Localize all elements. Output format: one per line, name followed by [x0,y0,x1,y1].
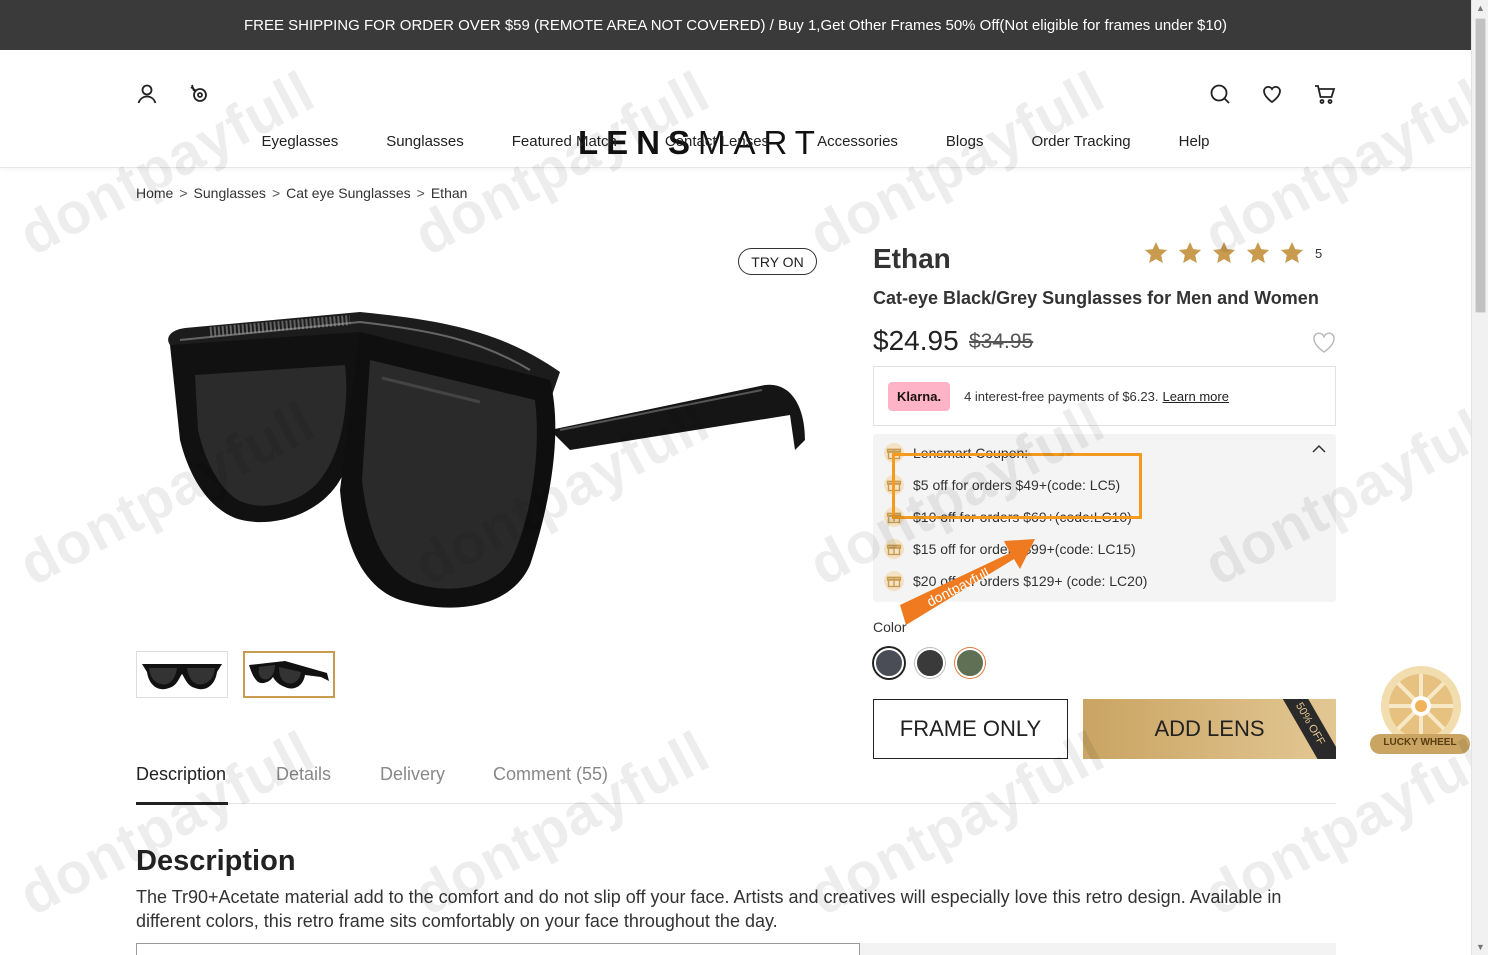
thumbnail-side[interactable] [243,651,335,698]
star-icon [1280,241,1304,263]
breadcrumb-home[interactable]: Home [136,185,173,201]
tab-description[interactable]: Description [136,764,226,785]
lucky-wheel-widget[interactable]: LUCKY WHEEL [1370,664,1470,756]
promo-text: FREE SHIPPING FOR ORDER OVER $59 (REMOTE… [243,16,1228,34]
star-icon [1178,241,1202,263]
nav-featured-match[interactable]: Featured Match [512,133,617,150]
thumbnail-side-image [249,661,329,689]
product-main-image [168,312,805,608]
nav-help[interactable]: Help [1179,133,1210,150]
breadcrumb-sep: > [179,185,188,201]
product-subtitle: Cat-eye Black/Grey Sunglasses for Men an… [873,288,1319,308]
search-icon[interactable] [1208,82,1232,106]
breadcrumb-sunglasses[interactable]: Sunglasses [194,185,266,201]
color-swatch-green[interactable] [955,648,985,678]
main-nav: Eyeglasses Sunglasses Featured Match Con… [0,133,1471,150]
color-swatch-black[interactable] [915,648,945,678]
spec-table-left [136,943,860,955]
chevron-up-icon[interactable] [1312,444,1326,454]
active-tab-indicator [136,802,228,805]
nav-blogs[interactable]: Blogs [946,133,984,150]
promo-banner: FREE SHIPPING FOR ORDER OVER $59 (REMOTE… [0,0,1471,50]
try-on-button[interactable]: TRY ON [738,248,817,275]
rating-count: 5 [1315,245,1323,261]
breadcrumb-sep: > [271,185,281,201]
page-scrollbar[interactable]: ▲ ▼ [1471,0,1488,955]
product-tabs: Description Details Delivery Comment (55… [136,760,1336,805]
klarna-logo: Klarna. [888,381,951,411]
scroll-down-arrow-icon[interactable]: ▼ [1472,939,1488,955]
color-label: Color [873,619,907,635]
product-price: $24.95 [873,325,959,356]
klarna-text: 4 interest-free payments of $6.23. [964,388,1159,404]
discount-ribbon: 50% OFF [1275,699,1336,759]
lens-icon[interactable] [187,82,211,106]
star-icon [1144,241,1168,263]
breadcrumb-cat-eye[interactable]: Cat eye Sunglasses [286,185,411,201]
wishlist-heart-icon[interactable] [1312,332,1336,354]
color-swatch-dark-grey[interactable] [874,648,904,678]
breadcrumb-current: Ethan [430,185,468,201]
description-heading: Description [136,845,296,877]
rating-stars[interactable]: 5 [1143,240,1322,266]
scroll-up-arrow-icon[interactable]: ▲ [1472,0,1488,16]
nav-contact-lenses[interactable]: Contact Lenses [665,133,769,150]
thumbnail-front[interactable] [136,651,228,698]
nav-accessories[interactable]: Accessories [817,133,898,150]
klarna-box: Klarna. 4 interest-free payments of $6.2… [873,366,1336,426]
star-icon [1246,241,1270,263]
star-icon [1212,241,1236,263]
klarna-learn-more-link[interactable]: Learn more [1162,389,1228,404]
add-lens-button[interactable]: ADD LENS 50% OFF [1083,699,1336,759]
breadcrumb-sep: > [416,185,425,201]
frame-only-button[interactable]: FRAME ONLY [873,699,1068,759]
nav-order-tracking[interactable]: Order Tracking [1031,133,1130,150]
arrow-label: dontpayfull [924,565,992,610]
spec-table-right [860,943,1336,955]
product-title: Ethan [873,243,951,274]
add-lens-label: ADD LENS [1154,716,1265,741]
site-header: LENSMART [0,50,1471,168]
scrollbar-thumb[interactable] [1475,18,1486,313]
description-text: The Tr90+Acetate material add to the com… [136,887,1282,931]
tab-details[interactable]: Details [276,764,331,785]
dontpayfull-arrow: dontpayfull [900,539,1035,625]
product-old-price: $34.95 [969,330,1034,353]
nav-sunglasses[interactable]: Sunglasses [386,133,464,150]
heart-icon[interactable] [1260,82,1284,106]
cart-icon[interactable] [1313,82,1337,106]
breadcrumb: Home > Sunglasses > Cat eye Sunglasses > Ethan [136,185,467,201]
nav-eyeglasses[interactable]: Eyeglasses [261,133,338,150]
tab-comment[interactable]: Comment (55) [493,764,608,785]
coupon-highlight-box [892,453,1142,519]
thumbnail-front-image [142,664,222,690]
lucky-wheel-label: LUCKY WHEEL [1383,737,1457,748]
user-icon[interactable] [135,82,159,106]
tab-delivery[interactable]: Delivery [380,764,445,785]
